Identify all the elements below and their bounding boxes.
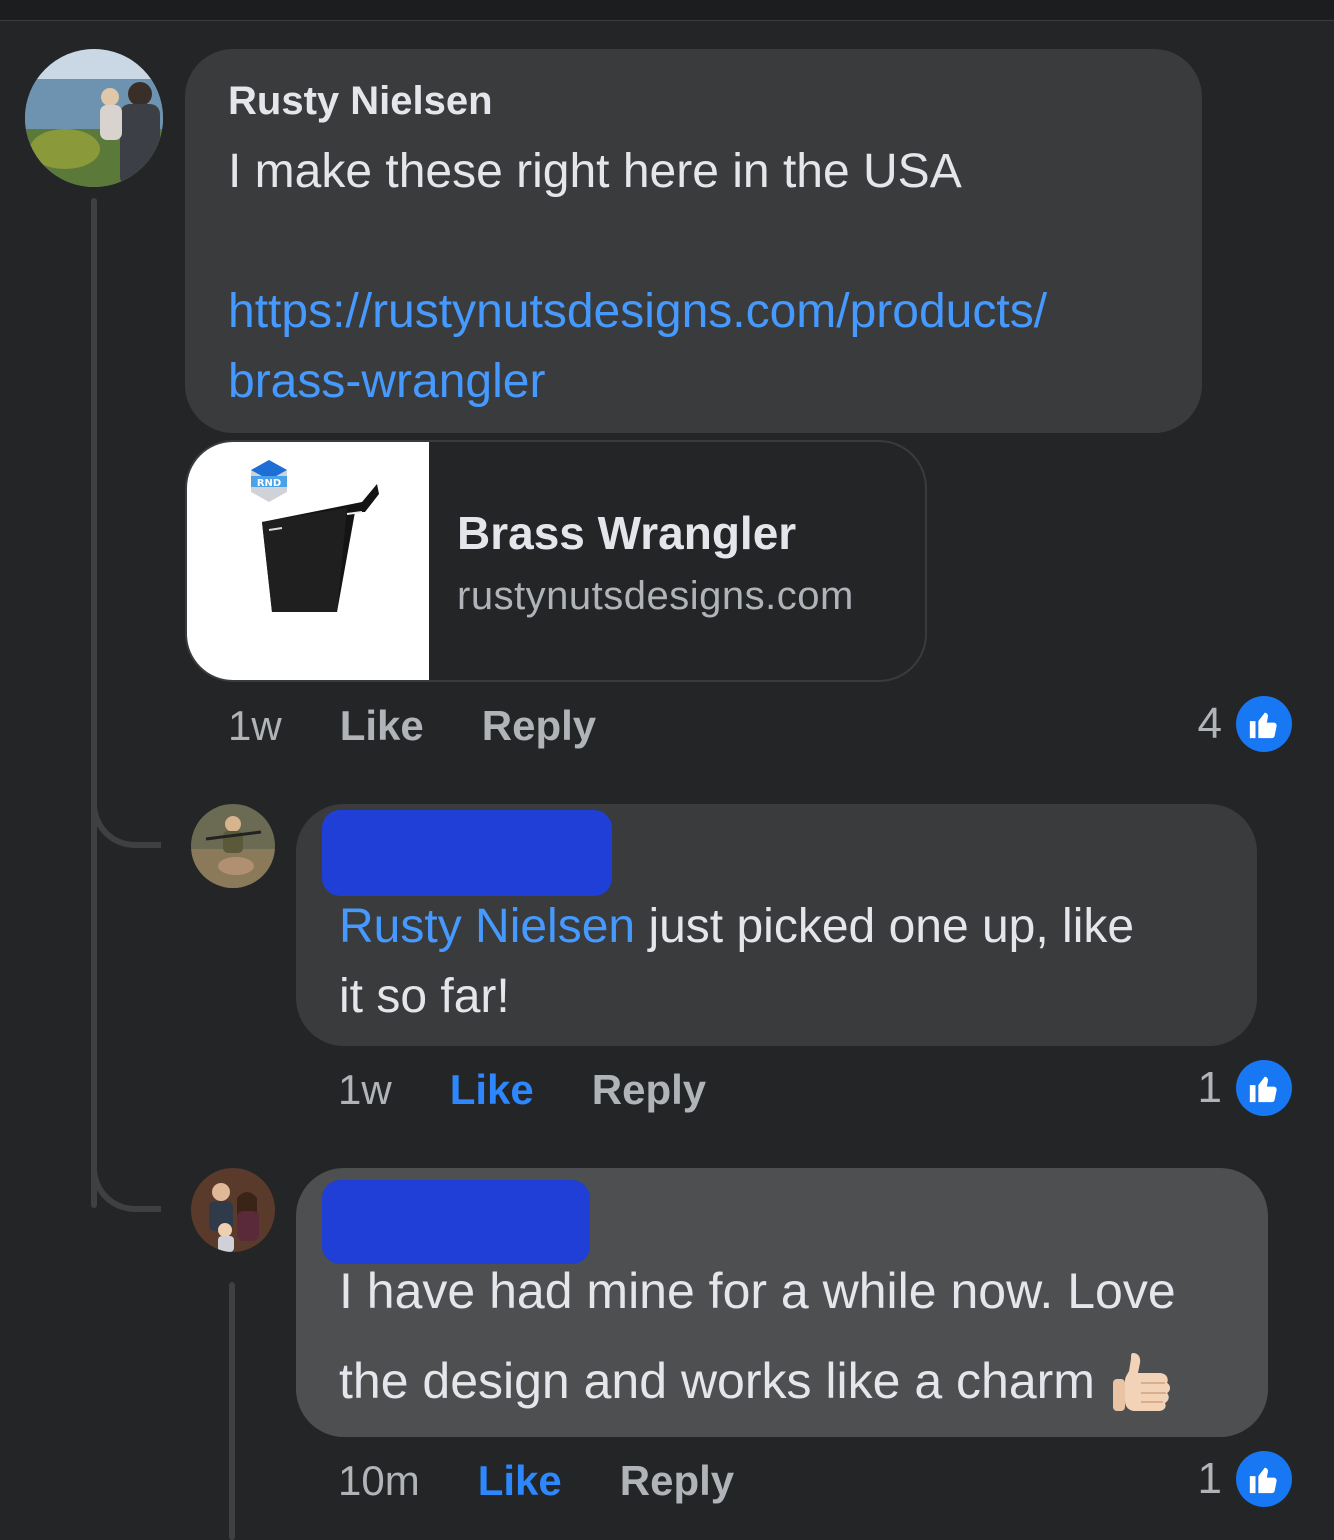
- top-divider: [0, 0, 1334, 21]
- comment-actions: 1w Like Reply: [228, 700, 596, 752]
- avatar[interactable]: [191, 804, 275, 888]
- reply-button[interactable]: Reply: [620, 1457, 734, 1505]
- avatar[interactable]: [191, 1168, 275, 1252]
- comment-text: I have had mine for a while now. Love: [339, 1263, 1176, 1319]
- comment-text: it so far!: [339, 970, 510, 1023]
- reaction-summary[interactable]: 4: [1198, 696, 1292, 752]
- like-button[interactable]: Like: [450, 1066, 534, 1114]
- mention-link[interactable]: Rusty Nielsen: [339, 900, 635, 953]
- comment-text-part: the design and works like a charm: [339, 1353, 1095, 1409]
- link-preview-image: RND: [187, 442, 429, 680]
- link-preview-domain: rustynutsdesigns.com: [457, 574, 854, 618]
- thumbs-up-emoji-icon: [1111, 1349, 1175, 1413]
- brand-logo-text: RND: [257, 478, 281, 489]
- reply-button[interactable]: Reply: [482, 702, 596, 750]
- reaction-count: 4: [1197, 699, 1222, 748]
- reaction-count: 1: [1197, 1454, 1222, 1503]
- link-preview-title: Brass Wrangler: [457, 507, 797, 559]
- comment-timestamp[interactable]: 10m: [338, 1457, 420, 1505]
- comment-timestamp[interactable]: 1w: [228, 702, 282, 750]
- link-preview-card[interactable]: RND Brass Wrangler rustynutsdesigns.com: [185, 440, 927, 682]
- comment-bubble: Rusty Nielsen I make these right here in…: [185, 49, 1202, 433]
- comment-actions: 1w Like Reply: [338, 1064, 706, 1116]
- comment-text: the design and works like a charm: [339, 1346, 1175, 1416]
- like-button[interactable]: Like: [478, 1457, 562, 1505]
- thread-connector: [91, 1144, 161, 1212]
- thread-line: [229, 1282, 235, 1540]
- thread-line: [91, 198, 97, 1208]
- reaction-count: 1: [1197, 1063, 1222, 1112]
- like-reaction-icon: [1236, 1451, 1292, 1507]
- comment-timestamp[interactable]: 1w: [338, 1066, 392, 1114]
- comment-text: I make these right here in the USA: [228, 145, 962, 198]
- reply-button[interactable]: Reply: [592, 1066, 706, 1114]
- like-reaction-icon: [1236, 696, 1292, 752]
- comment-author[interactable]: Rusty Nielsen: [228, 79, 493, 124]
- redacted-author-name: [322, 1180, 590, 1264]
- comment-link[interactable]: https://rustynutsdesigns.com/products/: [228, 277, 1047, 347]
- redacted-author-name: [322, 810, 612, 896]
- reaction-summary[interactable]: 1: [1198, 1060, 1292, 1116]
- like-reaction-icon: [1236, 1060, 1292, 1116]
- avatar[interactable]: [25, 49, 163, 187]
- comment-bubble: Rusty Nielsen just picked one up, like i…: [296, 804, 1257, 1046]
- comment-text-part: just picked one up, like: [635, 900, 1135, 953]
- comment-bubble: I have had mine for a while now. Love th…: [296, 1168, 1268, 1437]
- thread-connector: [91, 780, 161, 848]
- comment-text: Rusty Nielsen just picked one up, like: [339, 892, 1134, 962]
- comment-link[interactable]: brass-wrangler: [228, 347, 545, 417]
- reaction-summary[interactable]: 1: [1198, 1451, 1292, 1507]
- comment-actions: 10m Like Reply: [338, 1455, 734, 1507]
- like-button[interactable]: Like: [340, 702, 424, 750]
